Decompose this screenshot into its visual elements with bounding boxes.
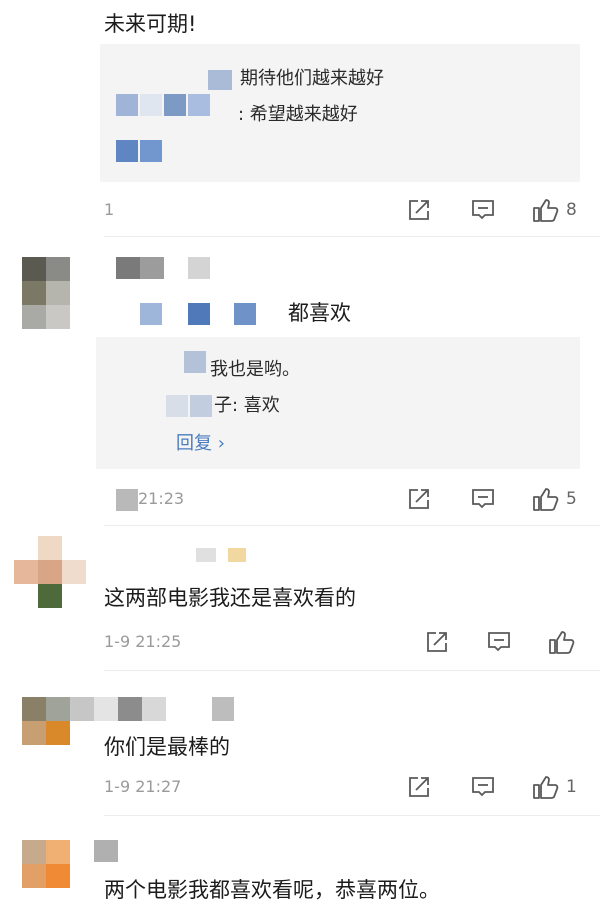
share-icon (406, 774, 432, 800)
username-blur (190, 395, 212, 417)
thumbs-up-icon (532, 774, 560, 800)
comment-4: 你们是最棒的 1-9 21:27 1 (0, 671, 600, 815)
comment-text: 未来可期! (104, 12, 197, 36)
username-blur (94, 697, 118, 721)
like-count: 5 (566, 489, 577, 509)
thumbs-up-icon (548, 629, 576, 655)
like-button[interactable] (548, 628, 582, 656)
comment-icon (486, 629, 512, 655)
username-blur (164, 94, 186, 116)
share-button[interactable] (424, 628, 450, 656)
reply-line: 期待他们越来越好 (240, 68, 384, 89)
thumbs-up-icon (532, 486, 560, 512)
username-blur (142, 697, 166, 721)
comment-icon (470, 197, 496, 223)
date-blur (116, 489, 138, 511)
username-blur (118, 697, 142, 721)
username-blur (116, 94, 138, 116)
like-count: 8 (566, 200, 577, 220)
like-button[interactable]: 8 (532, 196, 577, 224)
avatar[interactable] (22, 0, 70, 24)
reply-button[interactable] (470, 773, 496, 801)
username-blur (208, 70, 232, 90)
share-icon (424, 629, 450, 655)
timestamp: 21:23 (138, 489, 185, 508)
username-blur (196, 548, 216, 562)
comment-icon (470, 774, 496, 800)
username-blur (228, 548, 246, 562)
reply-line: 我也是哟。 (210, 359, 300, 380)
reply-box[interactable]: 期待他们越来越好 : 希望越来越好 (100, 44, 580, 182)
reply-button[interactable] (486, 628, 512, 656)
avatar[interactable] (22, 257, 70, 329)
username-blur (212, 697, 234, 721)
comment-text: 你们是最棒的 (104, 735, 230, 759)
share-button[interactable] (406, 196, 432, 224)
comment-2: 都喜欢 我也是哟。 子: 喜欢 回复 › 21:23 5 (0, 237, 600, 525)
mention-blur (234, 303, 256, 325)
like-count: 1 (566, 777, 577, 797)
username-blur (188, 257, 210, 279)
avatar[interactable] (22, 840, 70, 890)
username-blur (166, 395, 188, 417)
comment-text: 都喜欢 (288, 301, 351, 325)
mention-blur (188, 303, 210, 325)
more-replies-link[interactable]: 回复 › (176, 429, 225, 455)
avatar[interactable] (22, 697, 70, 745)
username-blur (116, 257, 140, 279)
username-blur (188, 94, 210, 116)
reply-button[interactable] (470, 485, 496, 513)
reply-line: : 希望越来越好 (238, 104, 358, 125)
mention-blur (140, 303, 162, 325)
username-blur (140, 94, 162, 116)
comment-icon (470, 486, 496, 512)
comment-5: 两个电影我都喜欢看呢，恭喜两位。 (0, 816, 600, 912)
comment-1: 未来可期! 期待他们越来越好 : 希望越来越好 1 8 (0, 0, 600, 236)
share-icon (406, 486, 432, 512)
username-blur (70, 697, 94, 721)
reply-line: 子: 喜欢 (214, 395, 280, 416)
share-icon (406, 197, 432, 223)
comment-text: 两个电影我都喜欢看呢，恭喜两位。 (104, 878, 440, 902)
share-button[interactable] (406, 485, 432, 513)
like-button[interactable]: 1 (532, 773, 577, 801)
timestamp: 1 (104, 200, 115, 219)
avatar[interactable] (14, 536, 86, 608)
timestamp: 1-9 21:25 (104, 632, 182, 651)
like-button[interactable]: 5 (532, 485, 577, 513)
share-button[interactable] (406, 773, 432, 801)
comment-3: 这两部电影我还是喜欢看的 1-9 21:25 (0, 526, 600, 670)
username-blur (116, 140, 138, 162)
username-blur (94, 840, 118, 862)
comment-text: 这两部电影我还是喜欢看的 (104, 586, 356, 610)
username-blur (140, 257, 164, 279)
timestamp: 1-9 21:27 (104, 777, 182, 796)
username-blur (184, 351, 206, 373)
reply-button[interactable] (470, 196, 496, 224)
reply-box[interactable]: 我也是哟。 子: 喜欢 回复 › (96, 337, 580, 469)
username-blur (140, 140, 162, 162)
thumbs-up-icon (532, 197, 560, 223)
